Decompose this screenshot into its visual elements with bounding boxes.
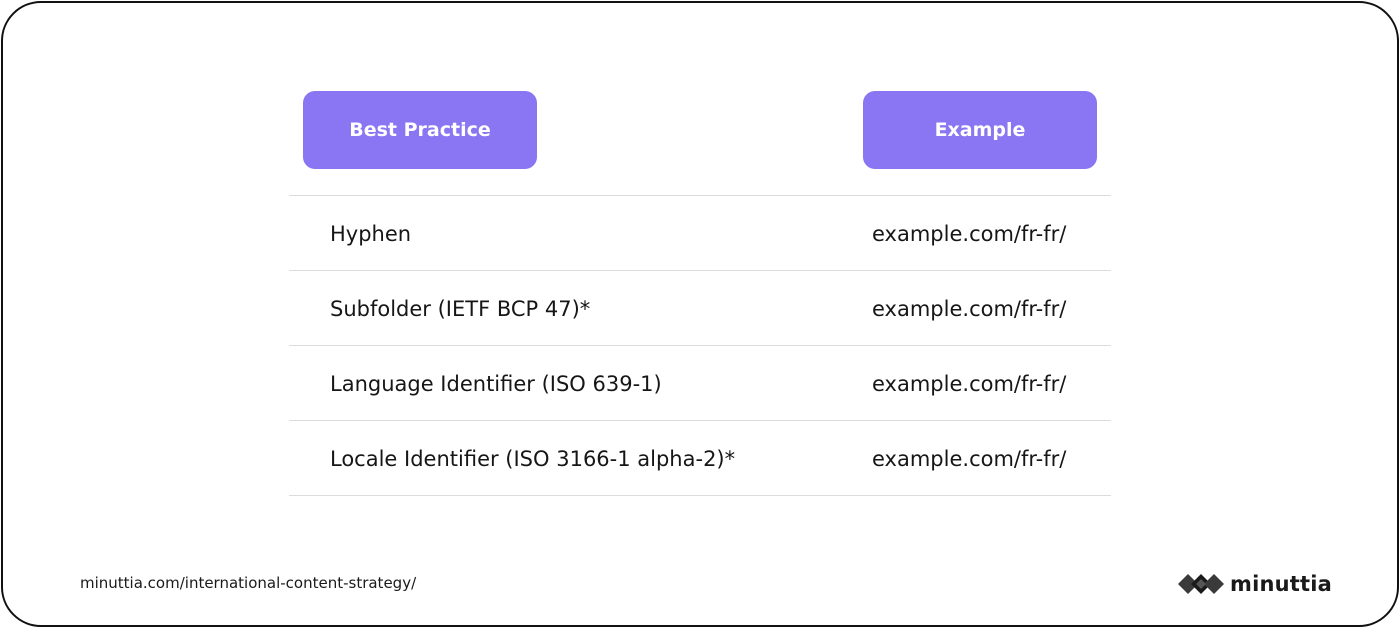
divider (289, 345, 1111, 346)
header-example: Example (863, 91, 1097, 169)
row-practice: Subfolder (IETF BCP 47)* (330, 297, 591, 321)
row-practice: Language Identifier (ISO 639-1) (330, 372, 662, 396)
row-practice: Locale Identifier (ISO 3166-1 alpha-2)* (330, 447, 736, 471)
divider (289, 495, 1111, 496)
brand-logo: minuttia (1178, 570, 1332, 598)
row-example: example.com/fr-fr/ (872, 447, 1067, 471)
diamond-cluster-icon (1178, 572, 1224, 596)
row-example: example.com/fr-fr/ (872, 297, 1067, 321)
header-best-practice-label: Best Practice (349, 119, 491, 141)
row-practice: Hyphen (330, 222, 412, 246)
row-example: example.com/fr-fr/ (872, 372, 1067, 396)
footer-url: minuttia.com/international-content-strat… (80, 574, 417, 592)
divider (289, 420, 1111, 421)
divider (289, 270, 1111, 271)
brand-name: minuttia (1230, 572, 1333, 596)
divider (289, 195, 1111, 196)
row-example: example.com/fr-fr/ (872, 222, 1067, 246)
header-best-practice: Best Practice (303, 91, 537, 169)
header-example-label: Example (934, 119, 1026, 141)
content-card (1, 1, 1399, 627)
